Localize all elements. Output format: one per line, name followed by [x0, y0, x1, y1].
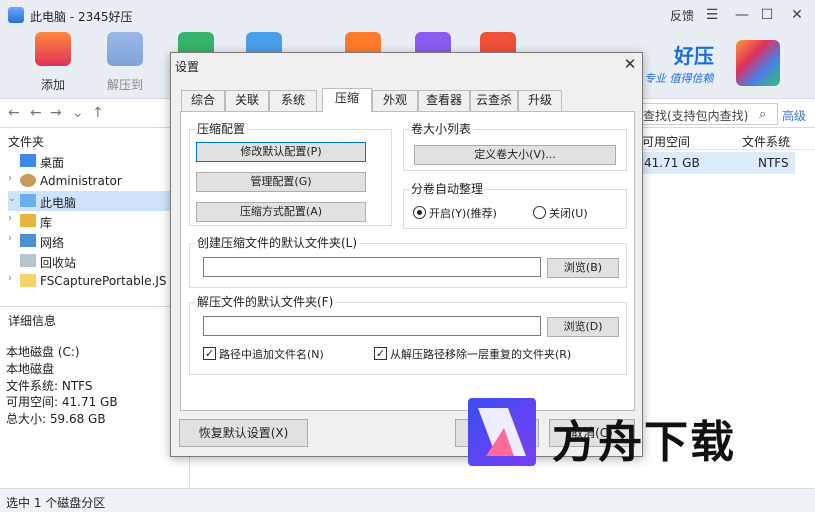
search-icon[interactable]: ⌕ [759, 107, 766, 122]
column-free-space[interactable]: 可用空间 [642, 133, 690, 150]
tab-system[interactable]: 系统 [269, 90, 317, 111]
detail-line: 本地磁盘 [6, 362, 55, 376]
forward-icon[interactable]: ← [30, 105, 42, 121]
sidebar: 文件夹 桌面 › Administrator ⌄ 此电脑 › 库 › 网络 回收… [0, 128, 190, 488]
history-icon[interactable]: ⌄ [72, 105, 84, 121]
maximize-icon[interactable]: ☐ [757, 5, 777, 25]
forward-arrow-icon[interactable]: → [50, 105, 62, 121]
cell-file-system: NTFS [758, 156, 789, 170]
back-icon[interactable]: ← [8, 105, 20, 121]
tab-panel-compress: 压缩配置 修改默认配置(P) 管理配置(G) 压缩方式配置(A) 卷大小列表 定… [180, 111, 635, 411]
split-off-radio[interactable] [533, 206, 546, 219]
detail-line: 本地磁盘 (C:) [6, 345, 80, 359]
brand-name: 好压 [674, 44, 714, 68]
browse-create-folder-button[interactable]: 浏览(B) [547, 258, 619, 278]
collapse-icon[interactable]: ⌄ [8, 193, 16, 204]
manage-profile-button[interactable]: 管理配置(G) [196, 172, 366, 192]
add-archive-icon [35, 32, 71, 66]
create-default-folder-title: 创建压缩文件的默认文件夹(L) [195, 234, 360, 251]
brand: 好压 专业 值得信赖 [634, 38, 814, 94]
app-icon [8, 7, 24, 23]
watermark: 方舟下载 [468, 398, 788, 468]
sidebar-item-desktop[interactable]: 桌面 [8, 151, 186, 171]
compression-method-button[interactable]: 压缩方式配置(A) [196, 202, 366, 222]
detail-line: 总大小: 59.68 GB [6, 412, 106, 426]
watermark-logo-icon [468, 398, 536, 466]
define-volume-size-button[interactable]: 定义卷大小(V)... [414, 145, 616, 165]
status-bar: 选中 1 个磁盘分区 [0, 488, 815, 512]
tab-compress[interactable]: 压缩 [322, 88, 372, 112]
tab-cloud-scan[interactable]: 云查杀 [470, 90, 518, 111]
split-group-title: 分卷自动整理 [409, 180, 486, 197]
user-icon [20, 174, 36, 187]
watermark-text: 方舟下载 [552, 417, 736, 468]
detail-line: 可用空间: 41.71 GB [6, 395, 118, 409]
search-input[interactable]: 查找(支持包内查找) ⌕ [636, 103, 778, 125]
split-on-radio[interactable] [413, 206, 426, 219]
cell-free-space: 41.71 GB [644, 156, 700, 170]
divider[interactable] [0, 306, 190, 307]
settings-dialog: 设置 ✕ 综合 关联 系统 压缩 外观 查看器 云查杀 升级 压缩配置 修改默认… [170, 52, 643, 457]
desktop-icon [20, 154, 36, 167]
extract-default-folder-title: 解压文件的默认文件夹(F) [195, 293, 336, 310]
expand-icon[interactable]: › [8, 173, 12, 184]
sidebar-item-library[interactable]: › 库 [8, 211, 186, 231]
extract-default-folder-input[interactable] [203, 316, 541, 336]
column-file-system[interactable]: 文件系统 [742, 133, 790, 150]
library-icon [20, 214, 36, 227]
append-filename-label: 路径中追加文件名(N) [219, 348, 324, 361]
detail-line: 文件系统: NTFS [6, 379, 93, 393]
remove-duplicate-folder-checkbox[interactable]: ✓ [374, 347, 387, 360]
profile-group-title: 压缩配置 [195, 120, 248, 137]
haozip-logo-icon [736, 40, 780, 86]
status-text: 选中 1 个磁盘分区 [6, 496, 106, 510]
window-title: 此电脑 - 2345好压 [30, 10, 133, 24]
details-header: 详细信息 [8, 314, 57, 328]
advanced-search-link[interactable]: 高级 [782, 107, 806, 124]
close-icon[interactable]: ✕ [787, 5, 807, 25]
edit-default-profile-button[interactable]: 修改默认配置(P) [196, 142, 366, 162]
tab-appearance[interactable]: 外观 [372, 90, 418, 111]
minimize-icon[interactable]: — [732, 5, 752, 25]
tab-association[interactable]: 关联 [225, 90, 269, 111]
title-bar: 此电脑 - 2345好压 反馈 ☰ — ☐ ✕ [0, 0, 815, 30]
expand-icon[interactable]: › [8, 273, 12, 284]
dialog-close-icon[interactable]: ✕ [621, 55, 639, 73]
remove-duplicate-folder-label: 从解压路径移除一层重复的文件夹(R) [390, 348, 572, 361]
tab-viewer[interactable]: 查看器 [418, 90, 470, 111]
expand-icon[interactable]: › [8, 213, 12, 224]
dialog-title: 设置 [175, 60, 200, 74]
network-icon [20, 234, 36, 247]
split-on-label: 开启(Y)(推荐) [429, 207, 497, 220]
sidebar-item-this-pc[interactable]: ⌄ 此电脑 [8, 191, 186, 211]
add-button[interactable]: 添加 [25, 32, 81, 94]
brand-slogan: 专业 值得信赖 [644, 72, 714, 85]
browse-extract-folder-button[interactable]: 浏览(D) [547, 317, 619, 337]
up-icon[interactable]: ↑ [92, 105, 104, 121]
file-icon [20, 274, 36, 287]
tab-general[interactable]: 综合 [181, 90, 225, 111]
sidebar-item-administrator[interactable]: › Administrator [8, 171, 186, 191]
create-default-folder-input[interactable] [203, 257, 541, 277]
recycle-bin-icon [20, 254, 36, 267]
feedback-link[interactable]: 反馈 [670, 7, 694, 24]
volume-group-title: 卷大小列表 [409, 120, 474, 137]
tab-upgrade[interactable]: 升级 [518, 90, 562, 111]
extract-default-folder-group [189, 302, 627, 375]
expand-icon[interactable]: › [8, 233, 12, 244]
extract-icon [107, 32, 143, 66]
extract-to-button[interactable]: 解压到 [97, 32, 153, 94]
computer-icon [20, 194, 36, 207]
menu-icon[interactable]: ☰ [702, 5, 722, 25]
split-off-label: 关闭(U) [549, 207, 588, 220]
sidebar-item-recycle-bin[interactable]: 回收站 [8, 251, 186, 271]
append-filename-checkbox[interactable]: ✓ [203, 347, 216, 360]
restore-defaults-button[interactable]: 恢复默认设置(X) [179, 419, 308, 447]
folder-header: 文件夹 [8, 135, 45, 149]
sidebar-item-network[interactable]: › 网络 [8, 231, 186, 251]
sidebar-item-fscapture[interactable]: › FSCapturePortable.JS [8, 271, 186, 291]
